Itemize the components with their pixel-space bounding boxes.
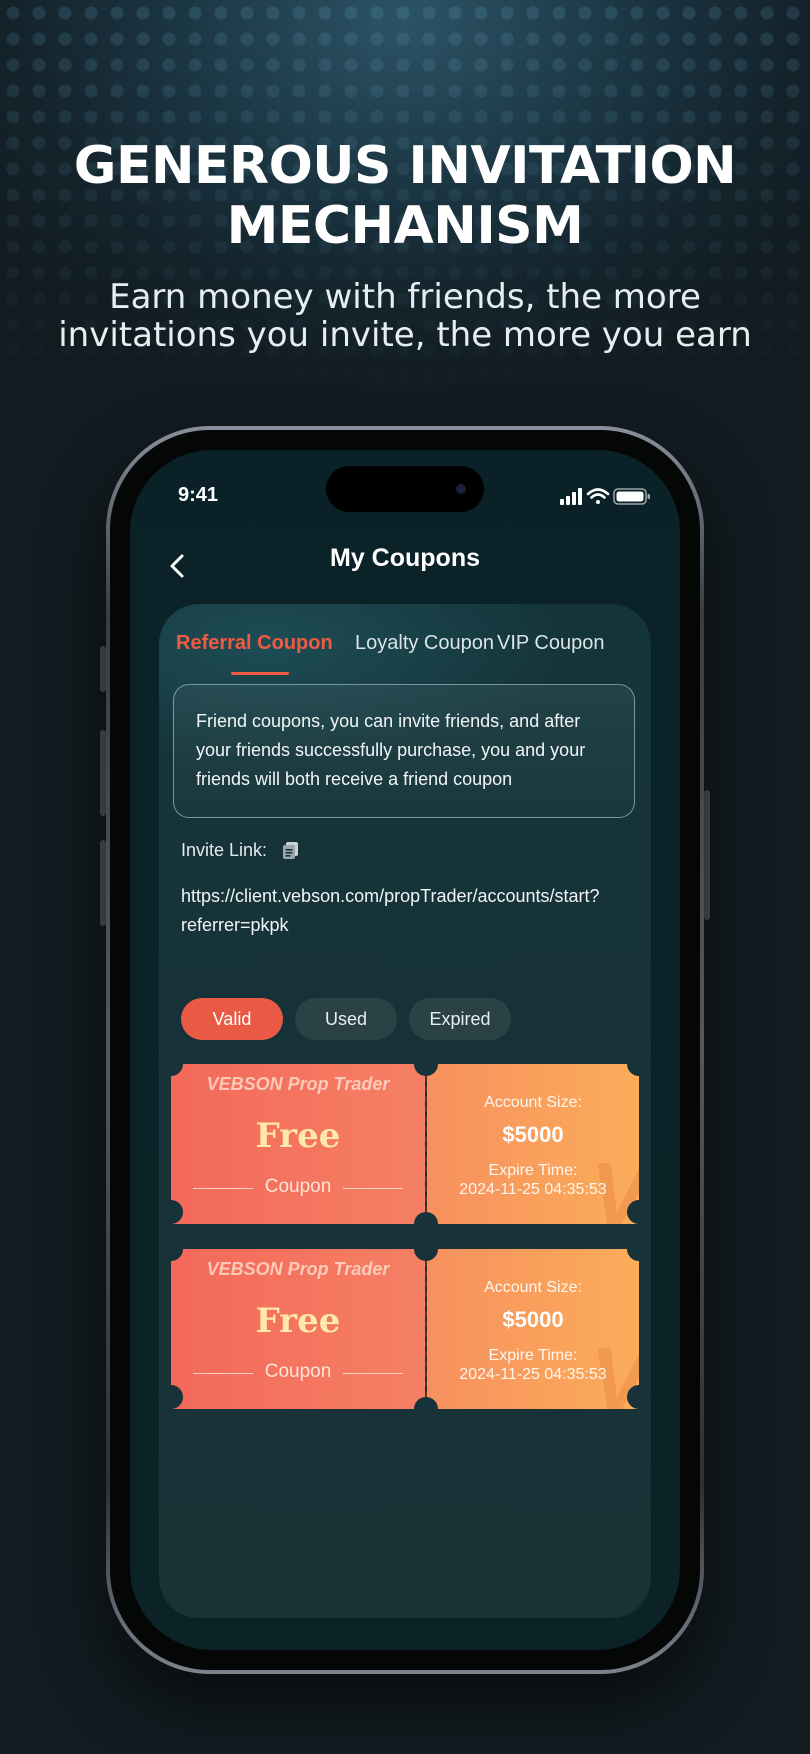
coupon-subtitle: Coupon [264, 1176, 332, 1197]
dynamic-island [326, 466, 484, 512]
coupon-brand-logo: VEBSON Prop Trader [206, 1074, 390, 1094]
headline-line-1: GENEROUS INVITATION [73, 136, 737, 196]
wifi-icon [586, 488, 610, 504]
tab-loyalty-coupon[interactable]: Loyalty Coupon [355, 632, 494, 655]
filter-expired[interactable]: Expired [409, 998, 511, 1040]
referral-info-box: Friend coupons, you can invite friends, … [173, 684, 635, 818]
expire-time-value: 2024-11-25 04:35:53 [459, 1181, 607, 1198]
coupon-details: V Account Size: $5000 Expire Time: 2024-… [427, 1249, 639, 1409]
account-size-label: Account Size: [484, 1094, 582, 1111]
coupon-brand-logo: VEBSON Prop Trader [206, 1259, 390, 1279]
phone-screen: 9:41 My Coupons Referral Coupon Loyalty … [130, 450, 680, 1650]
tab-referral-coupon[interactable]: Referral Coupon [176, 632, 333, 655]
coupon-title: Free [255, 1301, 341, 1341]
coupon-card[interactable]: VEBSON Prop Trader Free Coupon V Account… [159, 1052, 651, 1236]
coupon-left-stub: VEBSON Prop Trader Free Coupon [171, 1064, 425, 1224]
account-size-value: $5000 [502, 1122, 564, 1147]
phone-power-button [704, 790, 710, 920]
battery-icon [613, 488, 650, 505]
coupon-details: V Account Size: $5000 Expire Time: 2024-… [427, 1064, 639, 1224]
status-time: 9:41 [178, 484, 219, 506]
coupon-panel: Referral Coupon Loyalty Coupon VIP Coupo… [159, 604, 651, 1618]
tab-vip-coupon[interactable]: VIP Coupon [497, 632, 605, 655]
filter-valid[interactable]: Valid [181, 998, 283, 1040]
coupon-left-stub: VEBSON Prop Trader Free Coupon [171, 1249, 425, 1409]
invite-link-line-1: https://client.vebson.com/propTrader/acc… [181, 886, 600, 906]
expire-time-label: Expire Time: [488, 1347, 578, 1364]
filter-used[interactable]: Used [295, 998, 397, 1040]
info-line-3: friends will both receive a friend coupo… [196, 769, 513, 789]
invite-link-line-2: referrer=pkpk [181, 915, 289, 935]
camera-icon [456, 484, 466, 494]
copy-icon[interactable] [281, 840, 301, 860]
expire-time-label: Expire Time: [488, 1162, 578, 1179]
invite-link-url[interactable]: https://client.vebson.com/propTrader/acc… [181, 882, 631, 940]
promo-headline: GENEROUS INVITATION MECHANISM [0, 136, 810, 256]
account-size-label: Account Size: [484, 1279, 582, 1296]
coupon-title: Free [255, 1116, 341, 1156]
page-title: My Coupons [330, 544, 480, 572]
subheadline-line-2: invitations you invite, the more you ear… [58, 315, 752, 355]
account-size-value: $5000 [502, 1307, 564, 1332]
status-icons [560, 488, 650, 505]
coupon-tabs: Referral Coupon Loyalty Coupon VIP Coupo… [159, 632, 651, 675]
coupon-card[interactable]: VEBSON Prop Trader Free Coupon V Account… [159, 1237, 651, 1421]
invite-link-label: Invite Link: [181, 840, 268, 860]
coupon-subtitle: Coupon [264, 1361, 332, 1382]
signal-icon [560, 488, 582, 505]
info-line-1: Friend coupons, you can invite friends, … [196, 711, 581, 731]
headline-line-2: MECHANISM [226, 196, 584, 256]
promo-subheadline: Earn money with friends, the more invita… [0, 278, 810, 354]
subheadline-line-1: Earn money with friends, the more [109, 277, 701, 317]
active-tab-indicator [231, 672, 289, 675]
info-line-2: your friends successfully purchase, you … [196, 740, 586, 760]
expire-time-value: 2024-11-25 04:35:53 [459, 1366, 607, 1383]
